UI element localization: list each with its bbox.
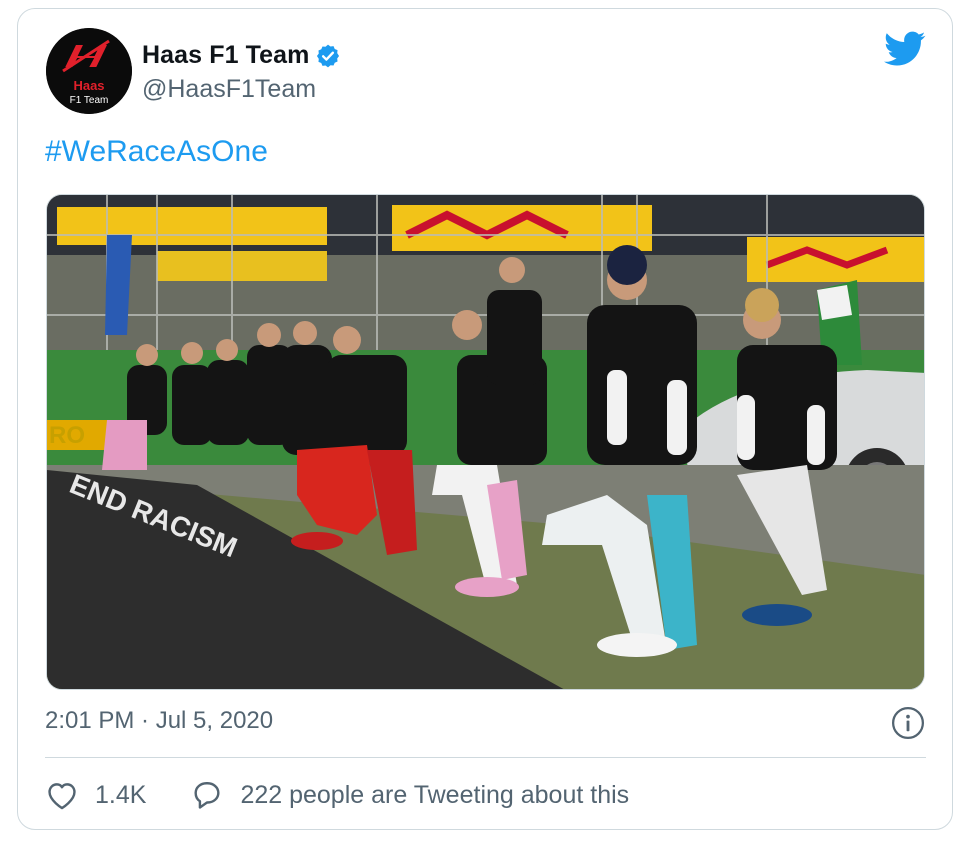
tweet-actions: 1.4K 222 people are Tweeting about this	[45, 777, 629, 813]
heart-icon	[48, 783, 76, 810]
tweet-card: Haas F1 Team Haas F1 Team @HaasF1Team #W…	[17, 8, 953, 830]
haas-logo-icon: Haas F1 Team	[46, 28, 132, 114]
like-button[interactable]: 1.4K	[45, 778, 146, 812]
conversation-label: 222 people are Tweeting about this	[240, 780, 630, 809]
tweet-photo[interactable]: RO END RACISM	[46, 194, 925, 690]
author-handle[interactable]: @HaasF1Team	[142, 75, 316, 104]
avatar-logo-subtext: F1 Team	[70, 95, 109, 106]
speech-bubble-icon	[194, 782, 220, 809]
like-count: 1.4K	[95, 780, 147, 809]
avatar[interactable]: Haas F1 Team	[46, 28, 132, 114]
svg-text:RO: RO	[49, 422, 85, 449]
tweet-hashtag-link[interactable]: #WeRaceAsOne	[45, 135, 268, 169]
author-display-name[interactable]: Haas F1 Team	[142, 41, 309, 70]
avatar-logo-text: Haas	[73, 78, 104, 93]
conversation-button[interactable]: 222 people are Tweeting about this	[190, 778, 629, 812]
info-icon[interactable]	[891, 706, 925, 740]
divider	[45, 757, 926, 758]
tweet-timestamp[interactable]: 2:01 PM · Jul 5, 2020	[45, 707, 273, 735]
twitter-bird-icon[interactable]	[884, 31, 926, 67]
photo-drivers-kneeling: RO END RACISM	[47, 195, 924, 689]
verified-badge-icon	[317, 44, 340, 67]
author-name-row[interactable]: Haas F1 Team	[142, 41, 341, 70]
